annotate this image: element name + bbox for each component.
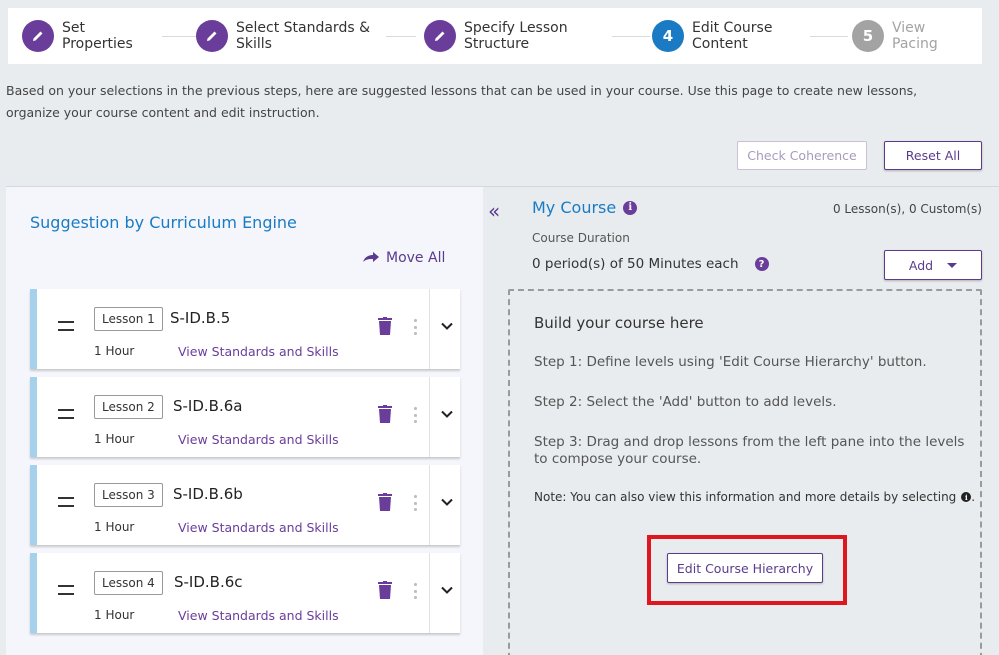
course-duration-text: 0 period(s) of 50 Minutes each (532, 256, 739, 272)
note-period: . (971, 490, 976, 504)
lesson-hours: 1 Hour (94, 520, 135, 534)
step-view-pacing[interactable]: 5 View Pacing (852, 8, 972, 64)
reset-all-button[interactable]: Reset All (884, 141, 982, 170)
move-all-label: Move All (386, 250, 446, 266)
lesson-tag: Lesson 3 (94, 483, 163, 507)
intro-text: Based on your selections in the previous… (6, 83, 918, 120)
card-separator (429, 377, 430, 457)
info-icon: i (961, 492, 972, 502)
drag-handle-icon[interactable] (58, 585, 74, 595)
step-specify-lesson-structure[interactable]: Specify Lesson Structure (424, 8, 612, 64)
step-label: Specify Lesson Structure (464, 20, 568, 52)
forward-arrow-icon (362, 249, 380, 267)
step-set-properties[interactable]: Set Properties (22, 8, 162, 64)
my-course-header: My Course i (532, 198, 638, 217)
suggestion-title: Suggestion by Curriculum Engine (30, 213, 297, 232)
step-label: View Pacing (892, 20, 938, 52)
chevron-down-icon[interactable] (440, 495, 454, 509)
step-connector (612, 36, 650, 37)
my-course-title: My Course (532, 198, 617, 217)
instruction-step-2: Step 2: Select the 'Add' button to add l… (534, 394, 837, 410)
add-button-label: Add (908, 257, 934, 273)
view-standards-link[interactable]: View Standards and Skills (178, 432, 339, 447)
collapse-pane-icon[interactable]: « (488, 201, 500, 221)
suggestion-pane: Suggestion by Curriculum Engine Move All… (6, 187, 483, 655)
instruction-step-3: Step 3: Drag and drop lessons from the l… (534, 434, 965, 467)
move-all-button[interactable]: Move All (362, 249, 445, 267)
step-label: Set Properties (62, 20, 133, 52)
chevron-down-icon[interactable] (440, 583, 454, 597)
more-options-icon[interactable] (413, 583, 417, 599)
course-duration-label: Course Duration (532, 231, 630, 245)
lesson-card[interactable]: Lesson 3 S-ID.B.6b 1 Hour View Standards… (30, 465, 460, 545)
card-separator (429, 465, 430, 545)
card-separator (429, 289, 430, 369)
check-coherence-button[interactable]: Check Coherence (737, 141, 867, 170)
lesson-code: S-ID.B.6c (174, 573, 243, 591)
drag-handle-icon[interactable] (58, 321, 74, 331)
step-done-icon (424, 20, 456, 52)
lesson-count: 0 Lesson(s), 0 Custom(s) (832, 202, 982, 216)
lesson-card[interactable]: Lesson 4 S-ID.B.6c 1 Hour View Standards… (30, 553, 460, 633)
trash-icon[interactable] (378, 405, 392, 423)
pencil-icon (435, 31, 445, 41)
build-course-title: Build your course here (534, 314, 704, 332)
view-standards-link[interactable]: View Standards and Skills (178, 520, 339, 535)
drag-handle-icon[interactable] (58, 409, 74, 419)
lesson-card[interactable]: Lesson 1 S-ID.B.5 1 Hour View Standards … (30, 289, 460, 369)
lesson-hours: 1 Hour (94, 344, 135, 358)
lesson-code: S-ID.B.6b (173, 485, 243, 503)
view-standards-link[interactable]: View Standards and Skills (178, 344, 339, 359)
step-select-standards[interactable]: Select Standards & Skills (196, 8, 386, 64)
progress-stepper: Set Properties Select Standards & Skills… (8, 8, 982, 64)
drag-handle-icon[interactable] (58, 497, 74, 507)
help-icon[interactable]: ? (754, 257, 769, 271)
lesson-code: S-ID.B.6a (173, 397, 243, 415)
card-separator (429, 553, 430, 633)
step-connector (810, 36, 848, 37)
step-edit-course-content[interactable]: 4 Edit Course Content (652, 8, 810, 64)
more-options-icon[interactable] (413, 319, 417, 335)
info-icon[interactable]: i (623, 200, 638, 215)
more-options-icon[interactable] (413, 407, 417, 423)
step-label: Edit Course Content (692, 20, 773, 52)
lesson-hours: 1 Hour (94, 608, 135, 622)
caret-down-icon (947, 262, 958, 268)
edit-course-hierarchy-button[interactable]: Edit Course Hierarchy (667, 553, 823, 583)
note-text: Note: You can also view this information… (534, 490, 957, 504)
step-number: 5 (852, 20, 884, 52)
chevron-down-icon[interactable] (440, 319, 454, 333)
trash-icon[interactable] (378, 581, 392, 599)
view-standards-link[interactable]: View Standards and Skills (178, 608, 339, 623)
trash-icon[interactable] (378, 493, 392, 511)
step-connector (386, 36, 416, 37)
pencil-icon (207, 31, 217, 41)
step-number: 4 (652, 20, 684, 52)
lesson-card[interactable]: Lesson 2 S-ID.B.6a 1 Hour View Standards… (30, 377, 460, 457)
step-done-icon (22, 20, 54, 52)
lesson-tag: Lesson 2 (94, 395, 163, 419)
trash-icon[interactable] (378, 317, 392, 335)
course-duration-value: 0 period(s) of 50 Minutes each ? (532, 256, 769, 272)
pencil-icon (33, 31, 43, 41)
lesson-tag: Lesson 4 (94, 571, 163, 595)
instruction-note: Note: You can also view this information… (534, 490, 975, 504)
lesson-code: S-ID.B.5 (170, 309, 231, 327)
step-done-icon (196, 20, 228, 52)
chevron-down-icon[interactable] (440, 407, 454, 421)
step-label: Select Standards & Skills (236, 20, 370, 52)
more-options-icon[interactable] (413, 495, 417, 511)
add-button[interactable]: Add (884, 250, 982, 280)
lesson-tag: Lesson 1 (94, 307, 163, 331)
instruction-step-1: Step 1: Define levels using 'Edit Course… (534, 354, 927, 370)
lesson-hours: 1 Hour (94, 432, 135, 446)
